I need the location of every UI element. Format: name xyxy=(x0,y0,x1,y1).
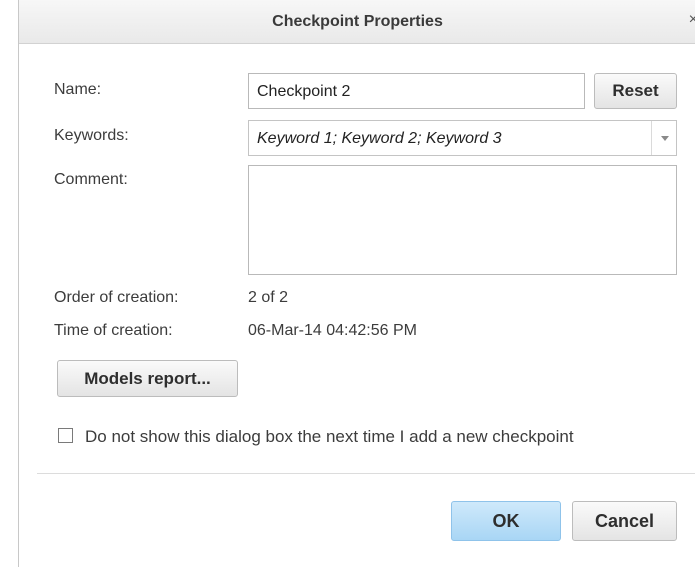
comment-textarea[interactable] xyxy=(248,165,677,275)
dont-show-label[interactable]: Do not show this dialog box the next tim… xyxy=(85,427,574,447)
cancel-button[interactable]: Cancel xyxy=(572,501,677,541)
name-input[interactable]: Checkpoint 2 xyxy=(248,73,585,109)
combobox-divider xyxy=(651,121,652,155)
dialog-title: Checkpoint Properties xyxy=(272,13,443,30)
title-bar: Checkpoint Properties × xyxy=(19,0,695,44)
time-of-creation-label: Time of creation: xyxy=(54,322,173,339)
ok-button[interactable]: OK xyxy=(451,501,561,541)
name-label: Name: xyxy=(54,81,102,98)
page: Checkpoint Properties × Name: Checkpoint… xyxy=(0,0,695,567)
chevron-down-icon[interactable] xyxy=(661,136,669,141)
keywords-label: Keywords: xyxy=(54,127,129,144)
footer-divider xyxy=(37,473,695,474)
reset-button[interactable]: Reset xyxy=(594,73,677,109)
keywords-combobox[interactable]: Keyword 1; Keyword 2; Keyword 3 xyxy=(248,120,677,156)
comment-label: Comment: xyxy=(54,171,128,188)
order-of-creation-value: 2 of 2 xyxy=(248,289,289,306)
checkpoint-properties-dialog: Checkpoint Properties × Name: Checkpoint… xyxy=(18,0,695,567)
keywords-value: Keyword 1; Keyword 2; Keyword 3 xyxy=(257,130,502,147)
time-of-creation-value: 06-Mar-14 04:42:56 PM xyxy=(248,322,417,339)
dont-show-checkbox[interactable] xyxy=(58,428,73,443)
order-of-creation-label: Order of creation: xyxy=(54,289,179,306)
models-report-button[interactable]: Models report... xyxy=(57,360,238,397)
close-icon[interactable]: × xyxy=(689,11,695,29)
